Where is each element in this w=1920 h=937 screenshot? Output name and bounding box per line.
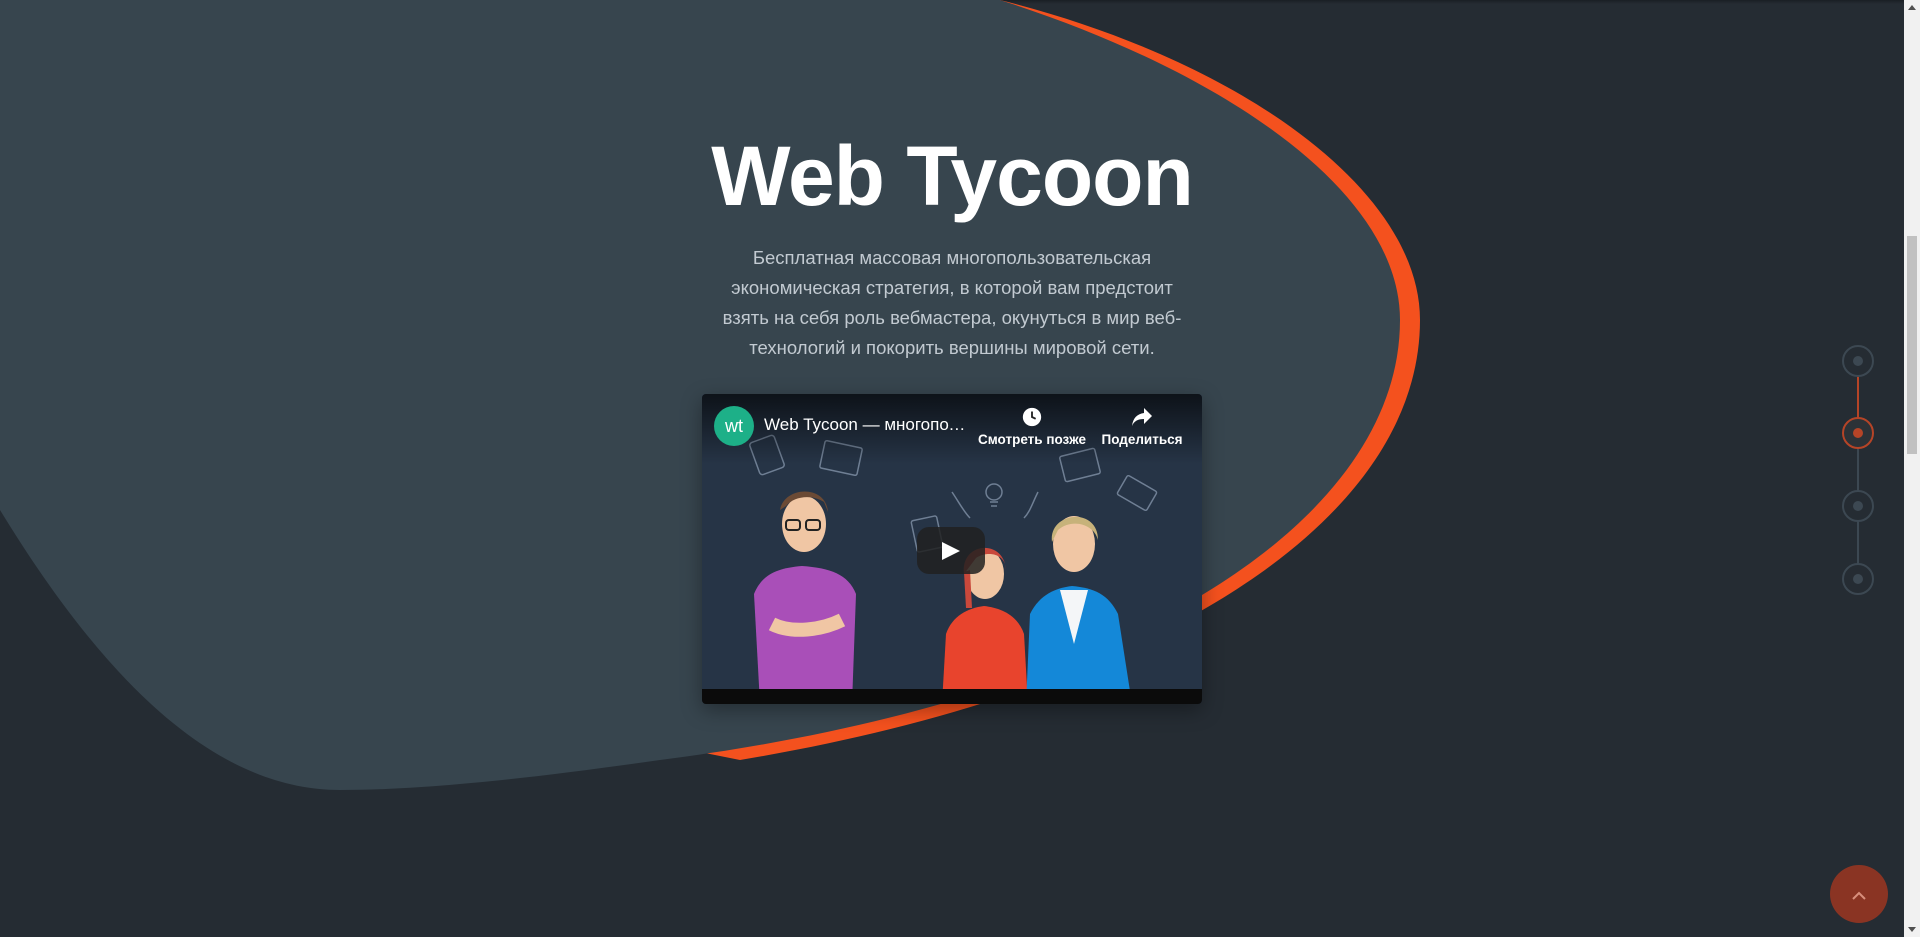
play-button[interactable] bbox=[917, 527, 985, 574]
page-title: Web Tycoon bbox=[711, 129, 1194, 223]
share-button[interactable]: Поделиться bbox=[1092, 406, 1192, 447]
section-dot-3[interactable] bbox=[1842, 490, 1874, 522]
scroll-up-arrow[interactable] bbox=[1908, 5, 1916, 10]
video-title[interactable]: Web Tycoon — многопользовательская эконо… bbox=[764, 415, 969, 435]
clock-icon bbox=[972, 406, 1092, 432]
play-icon bbox=[942, 542, 960, 560]
scroll-to-top-button[interactable] bbox=[1830, 865, 1888, 923]
section-dot-1[interactable] bbox=[1842, 345, 1874, 377]
hero-section: Web Tycoon Бесплатная массовая многополь… bbox=[0, 0, 1904, 937]
share-arrow-icon bbox=[1092, 406, 1192, 432]
scroll-down-arrow[interactable] bbox=[1908, 927, 1916, 932]
hero-description: Бесплатная массовая многопользовательска… bbox=[722, 247, 1182, 358]
section-nav bbox=[1842, 343, 1874, 595]
watch-later-button[interactable]: Смотреть позже bbox=[972, 406, 1092, 447]
share-label: Поделиться bbox=[1101, 432, 1183, 447]
chevron-up-icon bbox=[1852, 891, 1866, 900]
page-scrollbar[interactable] bbox=[1904, 0, 1920, 937]
watch-later-label: Смотреть позже bbox=[978, 432, 1086, 447]
channel-avatar[interactable]: wt bbox=[714, 406, 754, 446]
section-dot-2[interactable] bbox=[1842, 417, 1874, 449]
scrollbar-thumb[interactable] bbox=[1907, 236, 1917, 454]
video-player[interactable]: wt Web Tycoon — многопользовательская эк… bbox=[702, 394, 1202, 704]
section-dot-4[interactable] bbox=[1842, 563, 1874, 595]
